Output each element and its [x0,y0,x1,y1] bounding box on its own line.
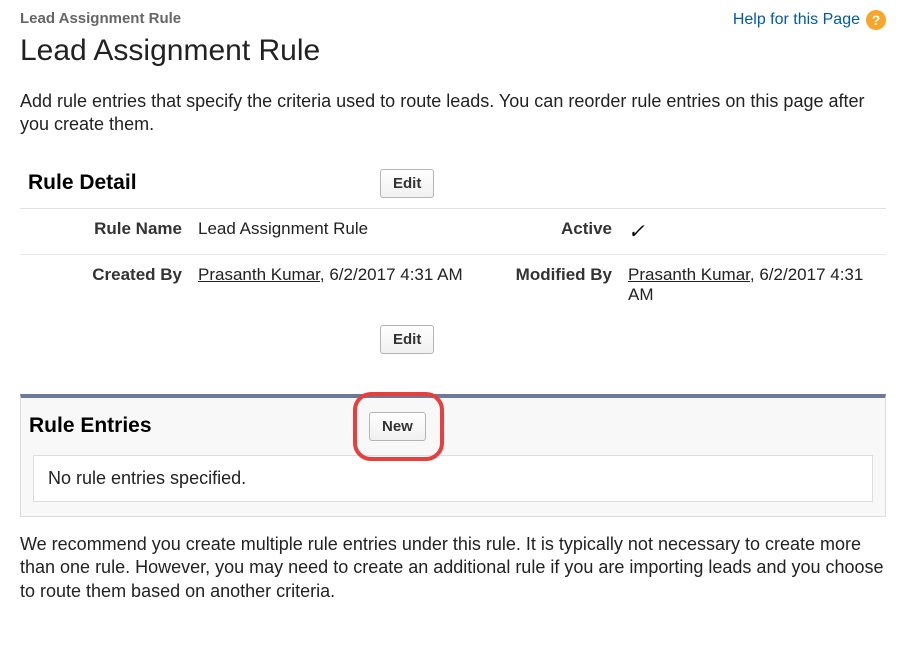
modified-by-user-link[interactable]: Prasanth Kumar [628,265,750,284]
created-by-label: Created By [20,254,190,315]
breadcrumb: Lead Assignment Rule [20,10,181,27]
modified-by-value: Prasanth Kumar, 6/2/2017 4:31 AM [620,254,886,315]
created-by-datetime: , 6/2/2017 4:31 AM [320,265,463,284]
rule-detail-footer: Edit [20,315,886,364]
help-link[interactable]: Help for this Page ? [733,10,886,30]
rule-detail-header: Rule Detail Edit [20,165,886,208]
header-row: Lead Assignment Rule Help for this Page … [20,10,886,30]
help-link-label: Help for this Page [733,11,860,29]
intro-text: Add rule entries that specify the criter… [20,90,886,137]
active-value: ✓ [620,208,886,254]
rule-detail-section: Rule Detail Edit Rule Name Lead Assignme… [20,165,886,364]
table-row: Rule Name Lead Assignment Rule Active ✓ [20,208,886,254]
footer-text: We recommend you create multiple rule en… [20,533,886,603]
page-title: Lead Assignment Rule [20,34,886,68]
created-by-user-link[interactable]: Prasanth Kumar [198,265,320,284]
edit-button-top[interactable]: Edit [380,169,434,198]
rule-entries-header: Rule Entries New [21,398,885,455]
rule-entries-title: Rule Entries [29,414,369,438]
new-button-wrap: New [369,412,426,441]
new-button[interactable]: New [369,412,426,441]
rule-detail-title: Rule Detail [28,171,380,195]
rule-name-value: Lead Assignment Rule [190,208,490,254]
help-icon: ? [866,10,886,30]
edit-button-bottom[interactable]: Edit [380,325,434,354]
rule-entries-empty: No rule entries specified. [33,455,873,502]
active-label: Active [490,208,620,254]
rule-entries-section: Rule Entries New No rule entries specifi… [20,394,886,517]
table-row: Created By Prasanth Kumar, 6/2/2017 4:31… [20,254,886,315]
checkmark-icon: ✓ [628,221,645,243]
created-by-value: Prasanth Kumar, 6/2/2017 4:31 AM [190,254,490,315]
rule-detail-table: Rule Name Lead Assignment Rule Active ✓ … [20,208,886,315]
modified-by-label: Modified By [490,254,620,315]
rule-name-label: Rule Name [20,208,190,254]
